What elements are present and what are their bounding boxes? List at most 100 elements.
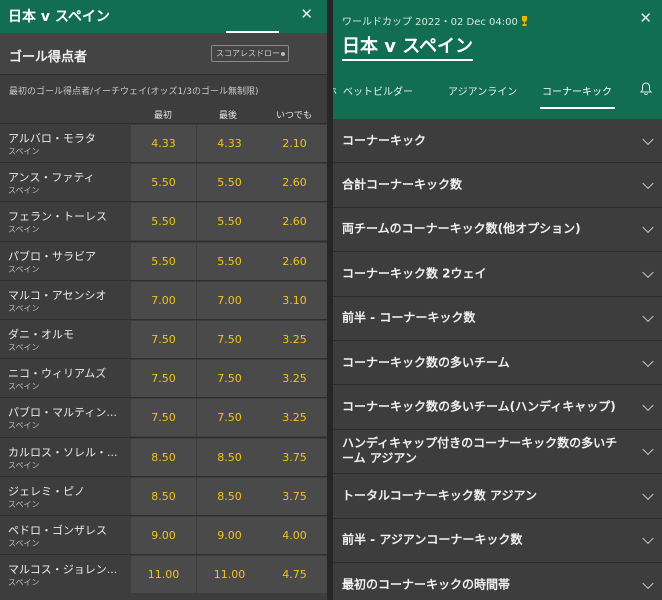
odds-last-button[interactable]: 7.00: [197, 281, 262, 319]
tab-asian-lines[interactable]: アジアンライン: [448, 83, 517, 98]
odds-anytime-button[interactable]: 2.10: [262, 125, 327, 162]
odds-first-button[interactable]: 7.50: [131, 399, 196, 437]
competition-info: ワールドカップ 2022・02 Dec 04:00: [342, 13, 528, 28]
odds-last-button[interactable]: 11.00: [197, 556, 262, 594]
player-row: マルコ・アセンシオ スペイン 7.00 7.00 3.10: [0, 279, 327, 319]
player-team: スペイン: [8, 225, 40, 235]
odds-first-button[interactable]: 8.50: [131, 477, 196, 515]
market-label: コーナーキック数 2ウェイ: [342, 266, 487, 281]
market-accordion-item[interactable]: コーナーキック数の多いチーム: [333, 341, 662, 386]
chevron-down-icon: [642, 532, 654, 545]
chevron-down-icon: [642, 488, 654, 500]
odds-first-button[interactable]: 5.50: [131, 203, 196, 241]
player-row: ニコ・ウィリアムズ スペイン 7.50 7.50 3.25: [0, 358, 327, 398]
odds-first-button[interactable]: 7.50: [131, 320, 196, 358]
goalscorer-screen: 日本 v スペイン ✕ ゴール得点者 スコアレスドロー 最初のゴール得点者/イー…: [0, 0, 327, 600]
market-accordion-item[interactable]: 最初のコーナーキックの時間帯: [333, 563, 662, 600]
market-accordion-item[interactable]: 両チームのコーナーキック数(他オプション): [333, 208, 662, 253]
player-name: フェラン・トーレス: [8, 210, 107, 224]
column-first: 最初: [153, 111, 172, 121]
player-name: マルコ・アセンシオ: [8, 288, 107, 302]
player-row: ペドロ・ゴンザレス スペイン 9.00 9.00 4.00: [0, 514, 327, 554]
chevron-down-icon: [642, 399, 654, 412]
match-title: 日本 v スペイン: [8, 9, 110, 25]
match-header: 日本 v スペイン ✕: [0, 0, 327, 33]
market-label: コーナーキック数の多いチーム: [342, 355, 510, 370]
odds-column-headers: 最初 最後 いつでも: [0, 103, 327, 123]
market-accordion-item[interactable]: 前半 - コーナーキック数: [333, 297, 662, 341]
odds-first-button[interactable]: 5.50: [131, 242, 196, 280]
odds-first-button[interactable]: 7.00: [131, 281, 196, 319]
player-team: スペイン: [8, 499, 40, 509]
odds-last-button[interactable]: 4.33: [197, 125, 262, 162]
market-accordion-item[interactable]: トータルコーナーキック数 アジアン: [333, 474, 662, 519]
odds-last-button[interactable]: 5.50: [197, 242, 262, 280]
scoreless-draw-button[interactable]: スコアレスドロー: [211, 45, 289, 62]
odds-anytime-button[interactable]: 3.10: [262, 281, 327, 319]
odds-last-button[interactable]: 7.50: [197, 320, 262, 358]
odds-first-button[interactable]: 11.00: [131, 556, 196, 594]
market-accordion-item[interactable]: 合計コーナーキック数: [333, 163, 662, 208]
bell-icon[interactable]: [640, 82, 652, 95]
market-label: 最初のコーナーキックの時間帯: [342, 577, 511, 592]
player-team: スペイン: [8, 382, 40, 392]
odds-first-button[interactable]: 8.50: [131, 438, 196, 476]
odds-first-button[interactable]: 4.33: [131, 125, 196, 162]
chevron-down-icon: [642, 266, 654, 278]
player-row: フェラン・トーレス スペイン 5.50 5.50 2.60: [0, 201, 327, 241]
player-team: スペイン: [8, 264, 40, 274]
odds-last-button[interactable]: 5.50: [197, 164, 262, 202]
market-label: コーナーキック: [342, 133, 427, 148]
close-icon[interactable]: ✕: [639, 11, 652, 26]
chevron-down-icon: [642, 222, 654, 234]
chevron-down-icon: [642, 444, 654, 456]
odds-anytime-button[interactable]: 2.60: [262, 242, 327, 280]
column-last: 最後: [218, 111, 237, 121]
market-accordion-item[interactable]: コーナーキック数の多いチーム(ハンディキャップ): [333, 385, 662, 430]
tab-partial[interactable]: ホ: [333, 83, 337, 98]
player-name: カルロス・ソレル・...: [8, 445, 118, 459]
market-label: 前半 - アジアンコーナーキック数: [342, 532, 523, 547]
odds-anytime-button[interactable]: 4.00: [262, 516, 327, 554]
market-accordion-item[interactable]: コーナーキック: [333, 119, 662, 164]
odds-anytime-button[interactable]: 3.25: [262, 360, 327, 398]
odds-anytime-button[interactable]: 3.25: [262, 399, 327, 437]
odds-anytime-button[interactable]: 2.60: [262, 203, 327, 241]
market-list: コーナーキック合計コーナーキック数 両チームのコーナーキック数(他オプション) コー…: [333, 119, 662, 600]
active-tab-indicator: [540, 107, 615, 109]
chevron-down-icon: [642, 577, 654, 589]
player-team: スペイン: [8, 303, 40, 313]
odds-anytime-button[interactable]: 2.60: [262, 164, 327, 202]
market-accordion-item[interactable]: 前半 - アジアンコーナーキック数: [333, 519, 662, 563]
odds-last-button[interactable]: 5.50: [197, 203, 262, 241]
player-row: パブロ・サラビア スペイン 5.50 5.50 2.60: [0, 240, 327, 280]
market-tabs: ホ ベットビルダー アジアンライン コーナーキック: [333, 77, 662, 119]
corners-screen: ワールドカップ 2022・02 Dec 04:00 ✕ 日本 v スペイン ホ …: [333, 0, 662, 600]
odds-last-button[interactable]: 7.50: [197, 360, 262, 398]
trophy-icon: [521, 16, 527, 26]
odds-first-button[interactable]: 9.00: [131, 516, 196, 554]
market-accordion-item[interactable]: ハンディキャップ付きのコーナーキック数の多いチーム アジアン: [333, 430, 662, 475]
player-team: スペイン: [8, 578, 40, 588]
tab-corners[interactable]: コーナーキック: [542, 83, 612, 98]
odds-last-button[interactable]: 8.50: [197, 438, 262, 476]
market-section-header[interactable]: ゴール得点者 スコアレスドロー: [0, 33, 327, 75]
odds-last-button[interactable]: 7.50: [197, 399, 262, 437]
odds-last-button[interactable]: 8.50: [197, 477, 262, 515]
odds-anytime-button[interactable]: 3.75: [262, 477, 327, 515]
odds-anytime-button[interactable]: 3.25: [262, 320, 327, 358]
odds-first-button[interactable]: 7.50: [131, 360, 196, 398]
odds-first-button[interactable]: 5.50: [131, 164, 196, 202]
market-accordion-item[interactable]: コーナーキック数 2ウェイ: [333, 252, 662, 297]
close-icon[interactable]: ✕: [300, 7, 313, 22]
player-team: スペイン: [8, 186, 40, 196]
chevron-down-icon: [642, 355, 654, 367]
tab-bet-builder[interactable]: ベットビルダー: [343, 83, 413, 98]
player-team: スペイン: [8, 421, 40, 431]
odds-anytime-button[interactable]: 4.75: [262, 556, 327, 594]
player-team: スペイン: [8, 538, 40, 548]
dot-icon: [281, 51, 285, 56]
odds-last-button[interactable]: 9.00: [197, 516, 262, 554]
market-label: 前半 - コーナーキック数: [342, 310, 476, 325]
odds-anytime-button[interactable]: 3.75: [262, 438, 327, 476]
